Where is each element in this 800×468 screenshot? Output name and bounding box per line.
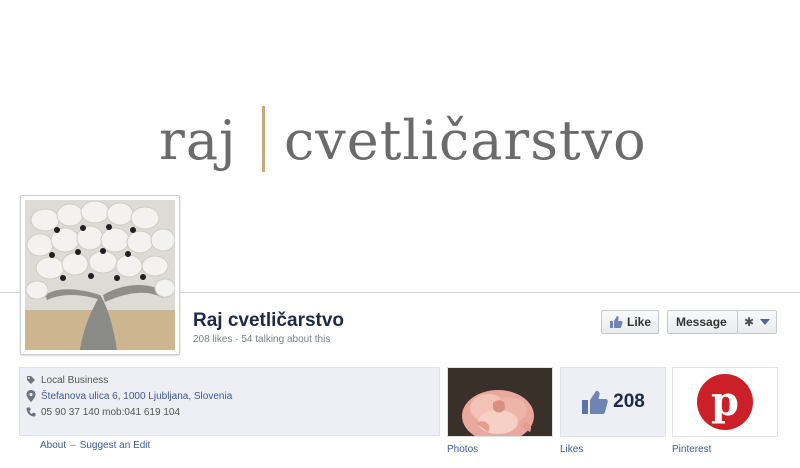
about-links-separator: –: [70, 440, 76, 451]
like-button[interactable]: Like: [601, 310, 659, 334]
flower-tree-image: [25, 200, 175, 350]
likes-app-tile[interactable]: 208: [560, 367, 666, 437]
gear-icon: ✱: [743, 315, 755, 329]
photos-app-tile[interactable]: [447, 367, 553, 437]
rose-photo: [448, 368, 552, 436]
info-category-row: Local Business: [25, 374, 108, 386]
thumbs-up-icon: [610, 316, 623, 328]
likes-app-label[interactable]: Likes: [560, 444, 583, 455]
info-address-row: Štefanova ulica 6, 1000 Ljubljana, Slove…: [25, 390, 232, 402]
profile-picture[interactable]: [20, 195, 180, 355]
info-phone-row: 05 90 37 140 mob:041 619 104: [25, 406, 180, 418]
tag-icon: [25, 374, 37, 386]
info-address-link[interactable]: Štefanova ulica 6, 1000 Ljubljana, Slove…: [41, 391, 232, 402]
pinterest-app-label[interactable]: Pinterest: [672, 444, 711, 455]
photos-app-label[interactable]: Photos: [447, 444, 478, 455]
cover-logo-divider: [262, 106, 265, 172]
suggest-edit-link[interactable]: Suggest an Edit: [80, 440, 151, 451]
pinterest-logo-icon: p: [697, 374, 753, 430]
thumbs-up-icon: [582, 390, 608, 414]
phone-icon: [25, 406, 37, 418]
page-info-box: Local Business Štefanova ulica 6, 1000 L…: [19, 367, 440, 436]
page-stats: 208 likes · 54 talking about this: [193, 334, 331, 345]
message-button-label: Message: [676, 315, 727, 329]
about-link[interactable]: About: [40, 440, 66, 451]
settings-dropdown-button[interactable]: ✱: [737, 310, 777, 334]
pinterest-app-tile[interactable]: p: [672, 367, 778, 437]
page-title[interactable]: Raj cvetličarstvo: [193, 310, 344, 332]
info-category: Local Business: [41, 374, 109, 386]
map-pin-icon: [25, 390, 37, 402]
like-button-label: Like: [627, 315, 652, 329]
cover-logo-raj: raj: [159, 109, 237, 172]
chevron-down-icon: [760, 319, 771, 325]
pinterest-logo-glyph: p: [711, 378, 739, 425]
cover-logo-cvetlicarstvo: cvetličarstvo: [284, 109, 647, 172]
info-phone: 05 90 37 140 mob:041 619 104: [41, 406, 181, 418]
about-links: About – Suggest an Edit: [40, 440, 150, 451]
message-button[interactable]: Message: [667, 310, 738, 334]
likes-count: 208: [613, 391, 645, 412]
cover-logo: raj cvetličarstvo: [0, 96, 800, 186]
